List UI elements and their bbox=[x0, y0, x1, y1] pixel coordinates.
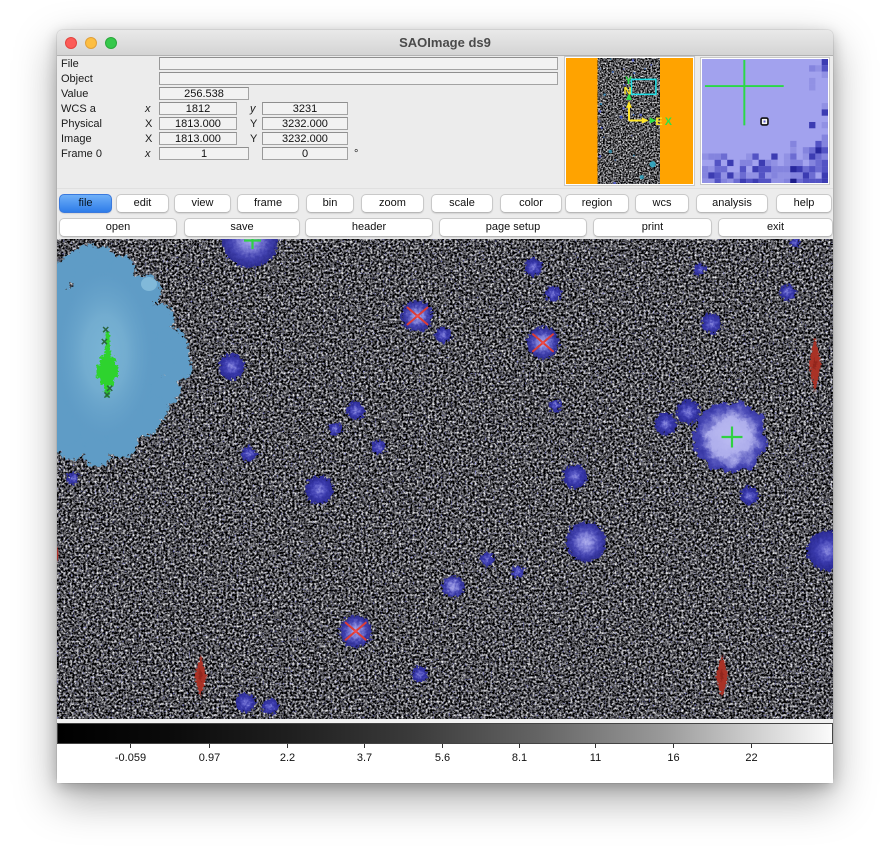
svg-text:X: X bbox=[665, 116, 673, 128]
svg-text:N: N bbox=[624, 85, 632, 97]
svg-text:E: E bbox=[655, 116, 662, 128]
